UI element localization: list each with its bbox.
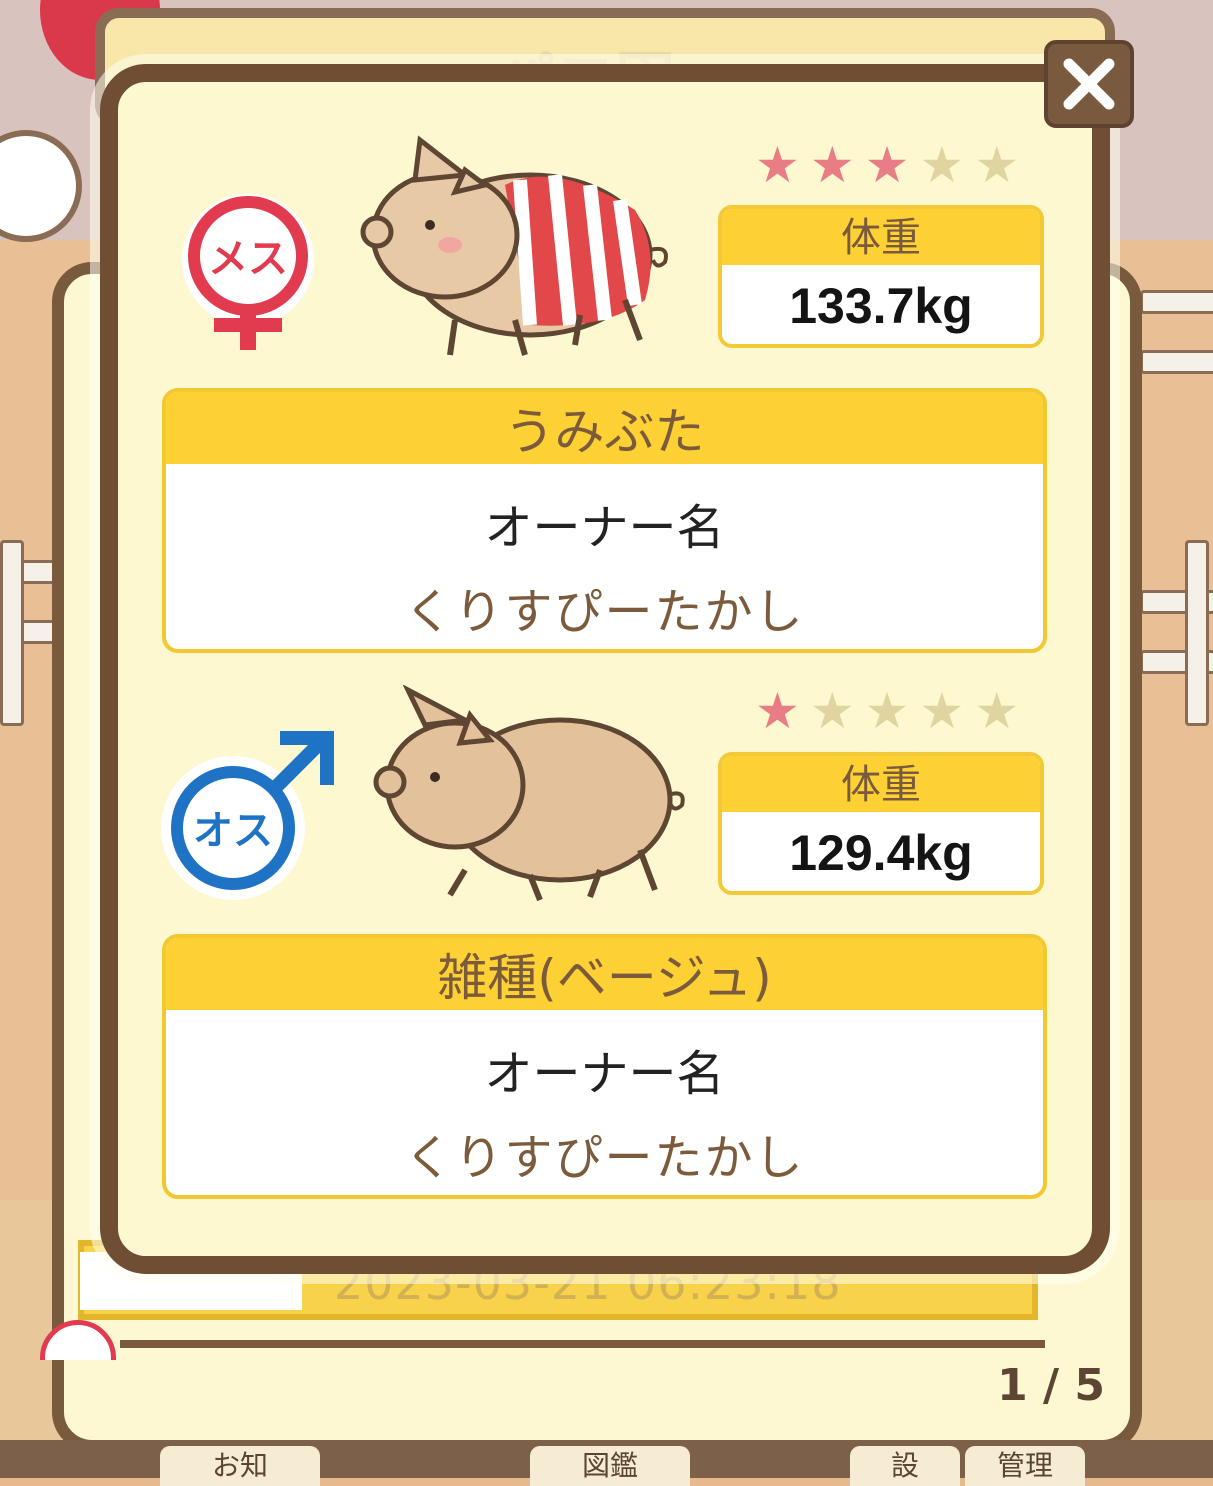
list-divider	[120, 1340, 1045, 1348]
star-empty-icon: ★	[864, 682, 910, 740]
star-empty-icon: ★	[974, 682, 1020, 740]
owner-label: オーナー名	[484, 1046, 725, 1102]
bottom-tab-settings[interactable]: 設	[850, 1446, 960, 1486]
pig-2-rating: ★ ★ ★ ★ ★	[755, 686, 1019, 736]
weight-label: 体重	[722, 756, 1040, 812]
owner-label: オーナー名	[484, 500, 725, 556]
bottom-tab-notice[interactable]: お知	[160, 1446, 320, 1486]
fence-rail	[1140, 350, 1213, 374]
star-empty-icon: ★	[919, 682, 965, 740]
pagination-indicator: 1 / 5	[997, 1360, 1105, 1411]
close-button[interactable]	[1044, 40, 1134, 128]
bottom-tab-manage[interactable]: 管理	[965, 1446, 1085, 1486]
fence-rail	[1140, 290, 1213, 314]
pig-2-info-card: 雑種(ベージュ) オーナー名 くりすぴーたかし	[162, 934, 1047, 1199]
male-icon: オス	[161, 731, 334, 900]
star-filled-icon: ★	[755, 136, 800, 194]
close-icon	[1063, 58, 1115, 110]
fence-post	[0, 540, 24, 726]
female-badge-text: メス	[208, 236, 288, 282]
fence-post	[1185, 540, 1209, 726]
breed-name: 雑種(ベージュ)	[166, 938, 1043, 1010]
pig-2-weight-box: 体重 129.4kg	[718, 752, 1044, 895]
star-empty-icon: ★	[809, 682, 855, 740]
bottom-tab-book[interactable]: 図鑑	[530, 1446, 690, 1486]
pig-1-weight-box: 体重 133.7kg	[718, 205, 1044, 348]
pig-1-rating: ★ ★ ★ ★ ★	[755, 140, 1019, 190]
female-badge: メス	[170, 190, 330, 364]
star-filled-icon: ★	[755, 682, 800, 740]
owner-name: くりすぴーたかし	[404, 584, 805, 640]
star-filled-icon: ★	[809, 136, 855, 194]
weight-value: 133.7kg	[789, 278, 973, 334]
weight-label: 体重	[722, 209, 1040, 265]
star-empty-icon: ★	[919, 136, 965, 194]
pig-striped-image	[355, 130, 685, 364]
male-badge: オス	[155, 730, 345, 904]
pig-1-info-card: うみぶた オーナー名 くりすぴーたかし	[162, 388, 1047, 653]
star-filled-icon: ★	[864, 136, 910, 194]
female-icon: メス	[182, 194, 314, 350]
pig-beige-image	[370, 684, 700, 919]
owner-name: くりすぴーたかし	[404, 1130, 805, 1186]
star-empty-icon: ★	[974, 136, 1020, 194]
male-badge-text: オス	[193, 808, 273, 854]
breed-name: うみぶた	[166, 392, 1043, 464]
weight-value: 129.4kg	[789, 825, 973, 881]
female-mini-badge-icon	[40, 1320, 120, 1360]
